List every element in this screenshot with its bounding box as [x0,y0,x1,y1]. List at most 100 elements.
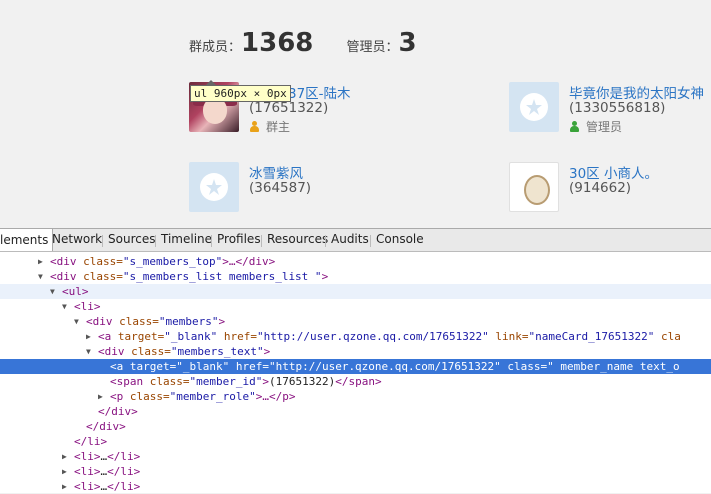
attr-value: "members" [158,315,219,328]
member-name[interactable]: 30区 小商人。 [569,162,658,182]
tag: <ul> [62,285,89,298]
tab-sources[interactable]: Sources [108,232,155,246]
admins-count: 3 [398,28,417,58]
attr-value: "_blank" [176,360,230,373]
collapse-triangle-icon[interactable]: ▼ [62,299,67,314]
collapse-triangle-icon[interactable]: ▼ [74,314,79,329]
attr-value: "member_role" [169,390,256,403]
attr-value: "nameCard_17651322" [528,330,655,343]
tag: <div [98,345,132,358]
tag: <li> [74,465,101,478]
expand-triangle-icon[interactable]: ▶ [98,389,103,404]
attr-name: class= [131,345,171,358]
tab-audits[interactable]: Audits [331,232,369,246]
tag: <div [50,255,84,268]
attr-name: class= [149,375,190,388]
tab-separator [155,235,156,247]
attr-name: link= [488,330,529,343]
dom-node-row[interactable]: ▶ <li>…</li> [0,479,711,494]
attr-value: "s_members_list members_list " [122,270,322,283]
tab-profiles[interactable]: Profiles [217,232,261,246]
dom-node-row[interactable]: ▼ <li> [0,299,711,314]
qzone-star-icon [526,99,542,115]
dom-node-row[interactable]: ▶ <a target="_blank" href="http://user.q… [0,329,711,344]
member-role-label: 管理员 [586,120,623,134]
expand-triangle-icon[interactable]: ▶ [86,329,91,344]
admin-icon [569,121,580,132]
collapse-triangle-icon[interactable]: ▼ [50,284,55,299]
member-id: (364587) [249,180,312,196]
attr-name: class= [129,390,170,403]
dom-node-row[interactable]: ▼ <div class="s_members_list members_lis… [0,269,711,284]
attr-value: " member_name text_o [547,360,680,373]
tag: <a [110,360,130,373]
tag-rest: > [321,270,329,283]
attr-name: class= [500,360,548,373]
attr-value: "members_text" [170,345,264,358]
dom-node-row[interactable]: ▼ <ul> [0,284,711,299]
tab-resources[interactable]: Resources [267,232,328,246]
attr-name: href= [229,360,269,373]
member-card: 冰雪紫风 (364587) [189,162,489,214]
member-name[interactable]: 冰雪紫风 [249,162,303,182]
tag: <span [110,375,150,388]
member-role: 管理员 [569,118,622,135]
expand-triangle-icon[interactable]: ▶ [62,464,67,479]
tab-separator [261,235,262,247]
expand-triangle-icon[interactable]: ▶ [62,449,67,464]
tag: <div [50,270,84,283]
tab-separator [370,235,371,247]
member-avatar[interactable] [189,162,239,212]
dom-node-row[interactable]: ▶ <li>…</li> [0,449,711,464]
member-id: (914662) [569,180,632,196]
attr-value: "_blank" [164,330,218,343]
attr-value: "s_members_top" [122,255,223,268]
dom-node-row[interactable]: ▶ <div class="s_members_top">…</div> [0,254,711,269]
member-name[interactable]: 37区-陆木 [288,82,351,102]
qzone-star-icon [206,179,222,195]
dom-node-row[interactable]: ▼ <div class="members_text"> [0,344,711,359]
member-avatar[interactable] [509,162,559,212]
group-members-page: 群成员：1368 管理员：3 37区-陆木 (17651322) 群主 毕竟你是… [0,0,711,228]
members-count: 1368 [241,28,314,58]
tag: <p [110,390,130,403]
node-text: (17651322) [268,375,336,388]
attr-name: class= [83,270,123,283]
tag: <a [98,330,118,343]
tag-close: </li> [107,480,141,493]
expand-triangle-icon[interactable]: ▶ [38,254,43,269]
member-card: 30区 小商人。 (914662) [509,162,711,214]
dom-node-row[interactable]: </div> [0,419,711,434]
dom-node-row[interactable]: ▼ <div class="members"> [0,314,711,329]
dom-node-row[interactable]: ▶ <p class="member_role">…</p> [0,389,711,404]
dom-node-row[interactable]: </div> [0,404,711,419]
dom-node-row[interactable]: <span class="member_id">(17651322)</span… [0,374,711,389]
tab-network[interactable]: Network [52,232,102,246]
dom-node-row[interactable]: ▶ <li>…</li> [0,464,711,479]
collapse-triangle-icon[interactable]: ▼ [38,269,43,284]
tab-separator [211,235,212,247]
collapse-triangle-icon[interactable]: ▼ [86,344,91,359]
dom-node-row-selected[interactable]: <a target="_blank" href="http://user.qzo… [0,359,711,374]
tab-separator [325,235,326,247]
tag: </li> [74,435,108,448]
tag-rest: > [263,345,271,358]
tab-console[interactable]: Console [376,232,424,246]
tab-timeline[interactable]: Timeline [161,232,212,246]
tag: <li> [74,480,101,493]
members-label: 群成员： [189,40,242,55]
tab-elements[interactable]: lements [0,229,54,251]
member-name[interactable]: 毕竟你是我的太阳女神 [569,82,704,102]
member-stats: 群成员：1368 管理员：3 [189,28,445,58]
attr-value: "http://user.qzone.qq.com/17651322" [268,360,501,373]
owner-icon [249,121,260,132]
tag-rest: > [262,375,269,388]
expand-triangle-icon[interactable]: ▶ [62,479,67,494]
attr-value: "http://user.qzone.qq.com/17651322" [256,330,489,343]
member-card: 毕竟你是我的太阳女神 (1330556818) 管理员 [509,82,711,134]
admins-label: 管理员： [346,40,399,55]
tag: </div> [98,405,138,418]
member-avatar[interactable] [509,82,559,132]
dom-node-row[interactable]: </li> [0,434,711,449]
element-size-tooltip: ul 960px × 0px [190,85,291,102]
